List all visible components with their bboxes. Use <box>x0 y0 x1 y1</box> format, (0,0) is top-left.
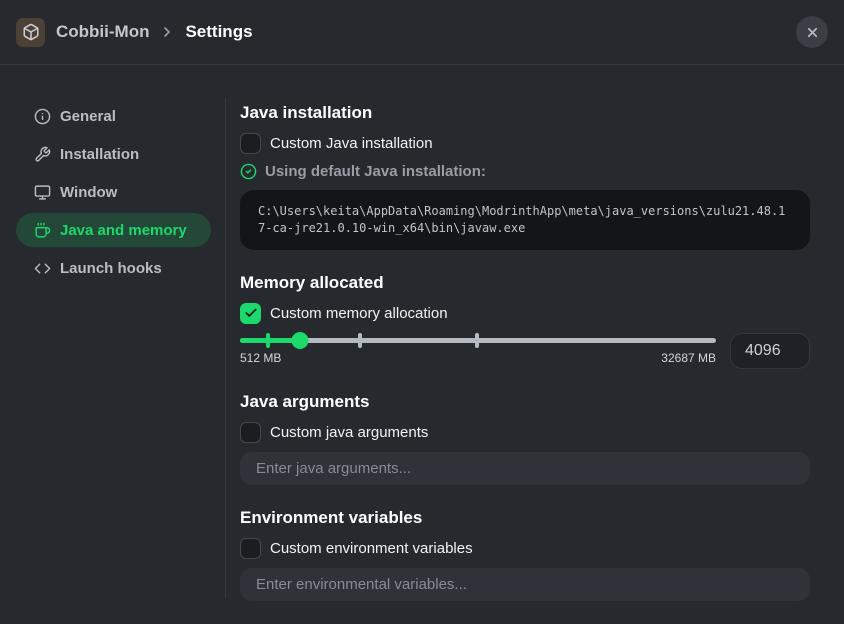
checkbox-unchecked[interactable] <box>240 133 261 154</box>
checkbox-unchecked[interactable] <box>240 537 261 559</box>
custom-environment-variables-toggle[interactable]: Custom environment variables <box>240 537 810 559</box>
environment-variables-input[interactable] <box>240 567 810 601</box>
sidebar-item-installation[interactable]: Installation <box>16 137 211 171</box>
slider-min-label: 512 MB <box>240 350 282 365</box>
slider-labels: 512 MB 32687 MB <box>240 351 716 365</box>
sidebar-item-label: Installation <box>60 145 140 163</box>
environment-variables-section: Environment variables Custom environment… <box>240 508 810 601</box>
checkbox-label: Custom memory allocation <box>270 304 448 322</box>
info-icon <box>34 108 51 125</box>
memory-slider-row: 512 MB 32687 MB 4096 <box>240 331 810 369</box>
sidebar-item-window[interactable]: Window <box>16 175 211 209</box>
slider-max-label: 32687 MB <box>661 350 716 365</box>
custom-java-arguments-toggle[interactable]: Custom java arguments <box>240 421 810 443</box>
code-icon <box>34 260 51 277</box>
check-circle-icon <box>240 163 257 180</box>
wrench-icon <box>34 146 51 163</box>
close-button[interactable] <box>796 16 828 48</box>
settings-sidebar: General Installation Window Java and mem… <box>0 99 225 289</box>
sidebar-item-java-and-memory[interactable]: Java and memory <box>16 213 211 247</box>
default-java-status-label: Using default Java installation: <box>265 163 486 180</box>
java-installation-heading: Java installation <box>240 103 373 122</box>
custom-memory-toggle[interactable]: Custom memory allocation <box>240 302 810 324</box>
slider-thumb[interactable] <box>291 331 309 349</box>
environment-variables-heading: Environment variables <box>240 507 423 527</box>
slider-track[interactable] <box>240 331 716 349</box>
coffee-icon <box>34 222 51 239</box>
checkbox-label: Custom Java installation <box>270 135 433 152</box>
sidebar-item-general[interactable]: General <box>16 99 211 133</box>
page-title: Settings <box>185 22 253 41</box>
chevron-right-icon <box>159 24 175 40</box>
close-icon <box>807 27 817 37</box>
sidebar-item-label: General <box>60 107 116 125</box>
check-icon <box>244 308 257 317</box>
memory-heading: Memory allocated <box>240 272 384 292</box>
default-java-status: Using default Java installation: <box>240 163 810 180</box>
sidebar-item-launch-hooks[interactable]: Launch hooks <box>16 251 211 285</box>
checkbox-checked[interactable] <box>240 302 261 324</box>
checkbox-unchecked[interactable] <box>240 421 261 443</box>
java-installation-section: Java installation Custom Java installati… <box>240 103 810 250</box>
instance-icon <box>16 17 45 47</box>
sidebar-item-label: Launch hooks <box>60 259 162 277</box>
java-arguments-heading: Java arguments <box>240 391 370 411</box>
slider-tick <box>475 332 480 348</box>
settings-body: General Installation Window Java and mem… <box>0 65 844 619</box>
java-path-code-block: C:\Users\keita\AppData\Roaming\ModrinthA… <box>240 190 810 250</box>
slider-tick <box>357 332 362 348</box>
header: Cobbii-Mon Settings <box>0 0 844 65</box>
sidebar-item-label: Window <box>60 183 118 201</box>
monitor-icon <box>34 184 51 201</box>
settings-content: Java installation Custom Java installati… <box>240 103 810 624</box>
java-arguments-section: Java arguments Custom java arguments <box>240 392 810 485</box>
custom-java-installation-toggle[interactable]: Custom Java installation <box>240 133 810 154</box>
memory-value-input[interactable]: 4096 <box>730 332 810 369</box>
java-arguments-input[interactable] <box>240 451 810 485</box>
slider-tick <box>266 332 271 348</box>
sidebar-item-label: Java and memory <box>60 221 187 239</box>
sidebar-divider <box>225 98 226 598</box>
cube-icon <box>23 23 38 41</box>
memory-section: Memory allocated Custom memory allocatio… <box>240 273 810 369</box>
checkbox-label: Custom java arguments <box>270 423 429 441</box>
breadcrumb-instance-name[interactable]: Cobbii-Mon <box>56 22 149 42</box>
memory-slider[interactable]: 512 MB 32687 MB <box>240 331 716 365</box>
checkbox-label: Custom environment variables <box>270 539 473 557</box>
